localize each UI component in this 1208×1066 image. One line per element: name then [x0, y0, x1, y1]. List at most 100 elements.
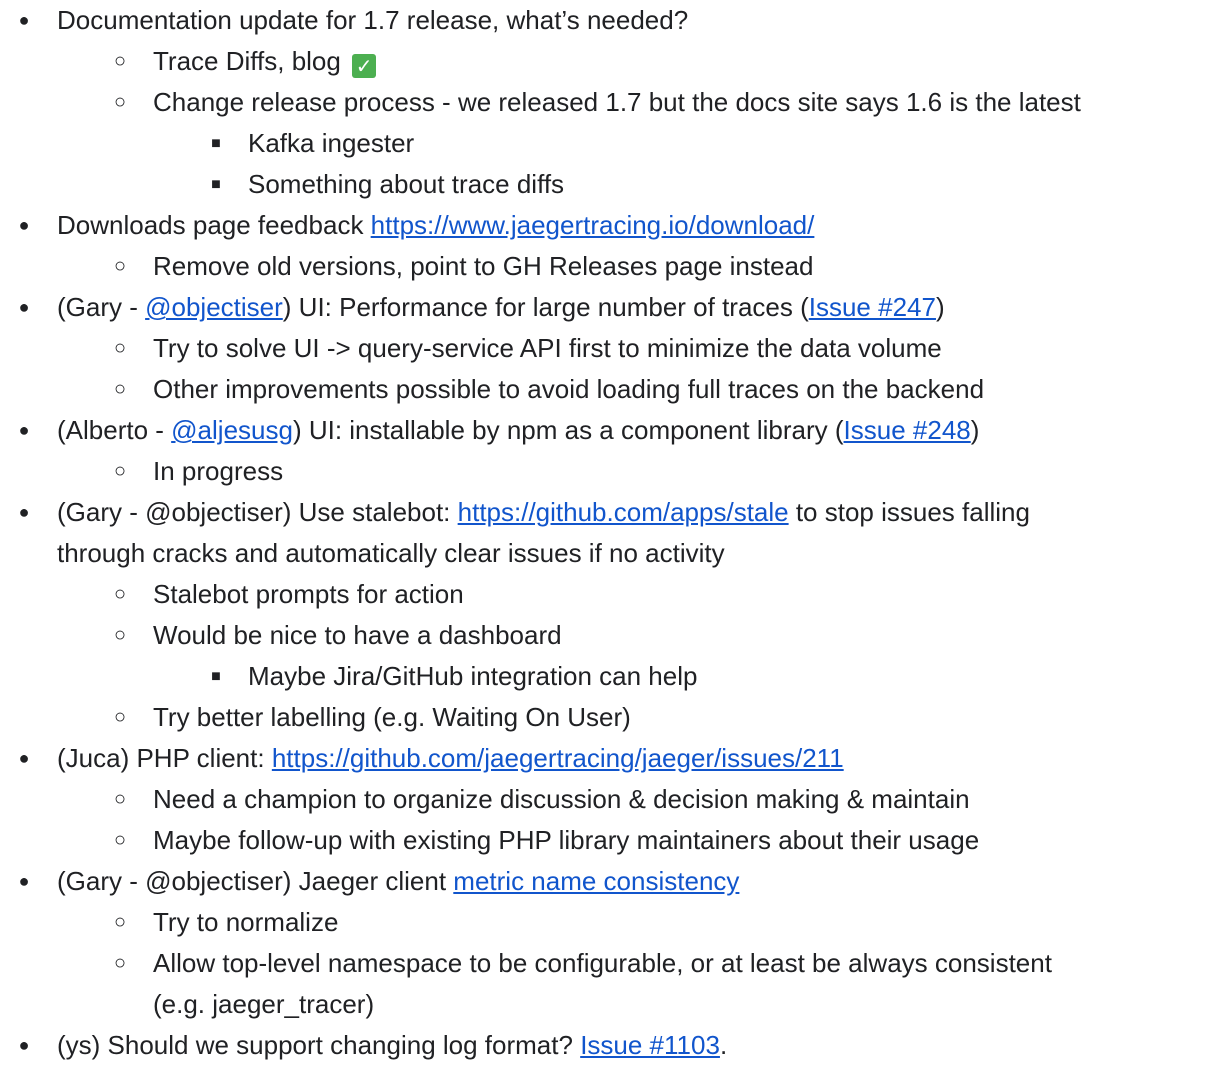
list-item-text: Stalebot prompts for action [153, 574, 464, 615]
list-item-text: (Gary - @objectiser) UI: Performance for… [57, 287, 945, 328]
list-item: ● (Alberto - @aljesusg) UI: installable b… [0, 410, 1208, 451]
list-item: ● (Gary - @objectiser) Use stalebot: http… [0, 492, 1208, 533]
list-item-text: Need a champion to organize discussion &… [153, 779, 970, 820]
text-run: Need a champion to organize discussion &… [153, 784, 970, 814]
list-item-text: (e.g. jaeger_tracer) [153, 984, 374, 1025]
hyperlink[interactable]: Issue #248 [844, 415, 971, 445]
bullet-icon: ■ [211, 135, 221, 152]
bullet-icon: ○ [113, 378, 127, 400]
text-run: (ys) Should we support changing log form… [57, 1030, 581, 1060]
list-item-text: Documentation update for 1.7 release, wh… [57, 0, 688, 41]
list-item-text: (Juca) PHP client: https://github.com/ja… [57, 738, 844, 779]
list-item: ○ Other improvements possible to avoid lo… [0, 369, 1208, 410]
list-item: ● Downloads page feedback https://www.jae… [0, 205, 1208, 246]
hyperlink[interactable]: metric name consistency [453, 866, 739, 896]
bullet-icon: ● [18, 297, 30, 317]
bullet-icon: ○ [113, 50, 127, 72]
text-run: ) [970, 415, 980, 445]
bullet-icon: ● [18, 420, 30, 440]
text-run: (e.g. jaeger_tracer) [153, 989, 375, 1019]
hyperlink[interactable]: Issue #1103 [580, 1030, 720, 1060]
bullet-icon: ● [18, 215, 30, 235]
bullet-icon: ● [18, 10, 30, 30]
list-item: ○ Try to solve UI -> query-service API fi… [0, 328, 1208, 369]
bullet-icon: ○ [113, 706, 127, 728]
text-run: Remove old versions, point to GH Release… [153, 251, 814, 281]
list-item: through cracks and automatically clear i… [0, 533, 1208, 574]
text-run: Maybe Jira/GitHub integration can help [248, 661, 698, 691]
list-item: ○ Maybe follow-up with existing PHP libra… [0, 820, 1208, 861]
text-run: (Juca) PHP client: [57, 743, 272, 773]
hyperlink[interactable]: Issue #247 [809, 292, 936, 322]
text-run: Downloads page feedback [57, 210, 371, 240]
text-run: Stalebot prompts for action [153, 579, 464, 609]
list-item-text: In progress [153, 451, 283, 492]
list-item-text: Kafka ingester [248, 123, 414, 164]
hyperlink[interactable]: @aljesusg [171, 415, 293, 445]
list-item-text: Something about trace diffs [248, 164, 564, 205]
bullet-icon: ○ [113, 337, 127, 359]
list-item: ○ Change release process - we released 1.… [0, 82, 1208, 123]
text-run: Change release process - we released 1.7… [153, 87, 1081, 117]
text-run: Try to solve UI -> query-service API fir… [153, 333, 942, 363]
list-item: ■ Kafka ingester [0, 123, 1208, 164]
text-run: Would be nice to have a dashboard [153, 620, 562, 650]
list-item: ● (ys) Should we support changing log for… [0, 1025, 1208, 1066]
bullet-icon: ○ [113, 911, 127, 933]
text-run: Maybe follow-up with existing PHP librar… [153, 825, 980, 855]
list-item: ■ Maybe Jira/GitHub integration can help [0, 656, 1208, 697]
hyperlink[interactable]: https://github.com/jaegertracing/jaeger/… [272, 743, 844, 773]
list-item: ○ Remove old versions, point to GH Releas… [0, 246, 1208, 287]
list-item-text: Remove old versions, point to GH Release… [153, 246, 813, 287]
hyperlink[interactable]: https://github.com/apps/stale [458, 497, 789, 527]
text-run: Allow top-level namespace to be configur… [153, 948, 1052, 978]
text-run: Try to normalize [153, 907, 339, 937]
list-item-text: Maybe follow-up with existing PHP librar… [153, 820, 979, 861]
bullet-icon: ● [18, 748, 30, 768]
text-run: Something about trace diffs [248, 169, 565, 199]
text-run: ) UI: installable by npm as a component … [292, 415, 844, 445]
bullet-icon: ○ [113, 952, 127, 974]
list-item-text: Try to normalize [153, 902, 338, 943]
list-item-text: Try to solve UI -> query-service API fir… [153, 328, 942, 369]
list-item-text: (Gary - @objectiser) Jaeger client metri… [57, 861, 739, 902]
list-item-text: (Alberto - @aljesusg) UI: installable by… [57, 410, 979, 451]
text-run: . [719, 1030, 728, 1060]
bullet-icon: ○ [113, 460, 127, 482]
list-item: ○ Stalebot prompts for action [0, 574, 1208, 615]
list-item: ● Documentation update for 1.7 release, w… [0, 0, 1208, 41]
list-item: ○ Need a champion to organize discussion … [0, 779, 1208, 820]
list-item-text: Would be nice to have a dashboard [153, 615, 562, 656]
text-run: Trace Diffs, blog [153, 46, 349, 76]
bullet-icon: ○ [113, 583, 127, 605]
check-mark-button-icon: ✓ [352, 54, 377, 78]
bullet-icon: ● [18, 871, 30, 891]
text-run: (Gary - [57, 292, 146, 322]
list-item-text: Change release process - we released 1.7… [153, 82, 1081, 123]
list-item-text: (Gary - @objectiser) Use stalebot: https… [57, 492, 1030, 533]
list-item: ● (Gary - @objectiser) Jaeger client metr… [0, 861, 1208, 902]
bullet-icon: ○ [113, 624, 127, 646]
bullet-icon: ○ [113, 255, 127, 277]
bullet-icon: ● [18, 502, 30, 522]
text-run: to stop issues falling [788, 497, 1030, 527]
text-run: (Gary - @objectiser) Jaeger client [57, 866, 454, 896]
list-item-text: (ys) Should we support changing log form… [57, 1025, 727, 1066]
hyperlink[interactable]: @objectiser [145, 292, 283, 322]
hyperlink[interactable]: https://www.jaegertracing.io/download/ [371, 210, 815, 240]
document-body: ● Documentation update for 1.7 release, w… [0, 0, 1208, 1060]
list-item: ○ Allow top-level namespace to be configu… [0, 943, 1208, 984]
bullet-icon: ● [18, 1035, 30, 1055]
list-item-text: Trace Diffs, blog ✓ [153, 41, 377, 82]
list-item: ○ In progress [0, 451, 1208, 492]
text-run: Kafka ingester [248, 128, 415, 158]
list-item: ○ Try to normalize [0, 902, 1208, 943]
bullet-icon: ■ [211, 668, 221, 685]
text-run: Other improvements possible to avoid loa… [153, 374, 985, 404]
list-item-text: Try better labelling (e.g. Waiting On Us… [153, 697, 631, 738]
text-run: Documentation update for 1.7 release, wh… [57, 5, 689, 35]
list-item-text: Allow top-level namespace to be configur… [153, 943, 1052, 984]
list-item-text: Downloads page feedback https://www.jaeg… [57, 205, 814, 246]
list-item: ○ Would be nice to have a dashboard [0, 615, 1208, 656]
list-item-text: Maybe Jira/GitHub integration can help [248, 656, 697, 697]
